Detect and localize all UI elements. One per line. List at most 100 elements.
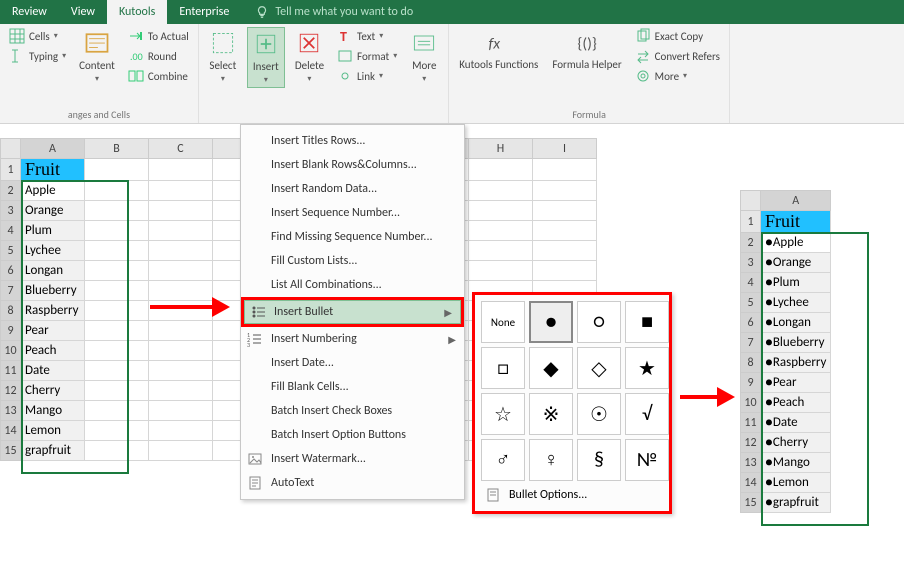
corner-cell[interactable]	[741, 191, 761, 211]
exact-copy-button[interactable]: Exact Copy	[632, 27, 723, 45]
menu-fill-blank[interactable]: Fill Blank Cells...	[241, 375, 464, 399]
menu-insert-titles[interactable]: Insert Titles Rows...	[241, 129, 464, 153]
data-cell[interactable]: ●Lemon	[761, 473, 831, 493]
menu-list-combinations[interactable]: List All Combinations...	[241, 273, 464, 297]
formula-helper-button[interactable]: {()}Formula Helper	[548, 27, 625, 73]
data-cell[interactable]: ●Mango	[761, 453, 831, 473]
data-cell[interactable]: Apple	[21, 181, 85, 201]
row-header[interactable]: 12	[741, 433, 761, 453]
tab-view[interactable]: View	[59, 0, 107, 24]
data-cell[interactable]: Peach	[21, 341, 85, 361]
menu-insert-bullet[interactable]: Insert Bullet▶	[244, 300, 461, 324]
row-header[interactable]: 10	[741, 393, 761, 413]
row-header[interactable]: 1	[741, 211, 761, 233]
row-header[interactable]: 6	[741, 313, 761, 333]
kutools-functions-button[interactable]: fxKutools Functions	[455, 27, 542, 73]
row-header[interactable]: 3	[741, 253, 761, 273]
row-header[interactable]: 6	[1, 261, 21, 281]
bullet-options[interactable]: Bullet Options...	[481, 481, 663, 505]
combine-button[interactable]: Combine	[125, 67, 192, 85]
bullet-open-square[interactable]: □	[481, 347, 525, 389]
typing-button[interactable]: Typing▾	[6, 47, 69, 65]
data-cell[interactable]: grapfruit	[21, 441, 85, 461]
row-header[interactable]: 8	[741, 353, 761, 373]
row-header[interactable]: 4	[1, 221, 21, 241]
col-header[interactable]: I	[533, 139, 597, 159]
header-cell[interactable]: Fruit	[761, 211, 831, 233]
col-header[interactable]: H	[469, 139, 533, 159]
row-header[interactable]: 11	[741, 413, 761, 433]
bullet-female[interactable]: ♀	[529, 439, 573, 481]
row-header[interactable]: 14	[1, 421, 21, 441]
bullet-open-circle[interactable]: ○	[577, 301, 621, 343]
row-header[interactable]: 15	[741, 493, 761, 513]
bullet-sqrt[interactable]: √	[625, 393, 669, 435]
col-header[interactable]: C	[149, 139, 213, 159]
more2-button[interactable]: More▾	[632, 67, 723, 85]
bullet-none[interactable]: None	[481, 301, 525, 343]
data-cell[interactable]: ●Plum	[761, 273, 831, 293]
tab-enterprise[interactable]: Enterprise	[167, 0, 241, 24]
menu-watermark[interactable]: Insert Watermark...	[241, 447, 464, 471]
menu-insert-date[interactable]: Insert Date...	[241, 351, 464, 375]
data-cell[interactable]: Cherry	[21, 381, 85, 401]
data-cell[interactable]: Longan	[21, 261, 85, 281]
row-header[interactable]: 10	[1, 341, 21, 361]
data-cell[interactable]: Plum	[21, 221, 85, 241]
insert-button[interactable]: Insert▾	[247, 27, 285, 88]
data-cell[interactable]: ●Date	[761, 413, 831, 433]
more-button[interactable]: More▾	[406, 27, 442, 86]
col-header[interactable]: A	[761, 191, 831, 211]
row-header[interactable]: 9	[741, 373, 761, 393]
data-cell[interactable]: Mango	[21, 401, 85, 421]
to-actual-button[interactable]: To Actual	[125, 27, 192, 45]
data-cell[interactable]: ●grapfruit	[761, 493, 831, 513]
row-header[interactable]: 7	[1, 281, 21, 301]
row-header[interactable]: 13	[1, 401, 21, 421]
row-header[interactable]: 5	[1, 241, 21, 261]
data-cell[interactable]: ●Blueberry	[761, 333, 831, 353]
content-button[interactable]: Content▾	[75, 27, 119, 86]
data-cell[interactable]: ●Orange	[761, 253, 831, 273]
row-header[interactable]: 3	[1, 201, 21, 221]
menu-find-missing[interactable]: Find Missing Sequence Number...	[241, 225, 464, 249]
data-cell[interactable]: Date	[21, 361, 85, 381]
menu-check-boxes[interactable]: Batch Insert Check Boxes	[241, 399, 464, 423]
row-header[interactable]: 8	[1, 301, 21, 321]
bullet-filled-circle[interactable]: ●	[529, 301, 573, 343]
bullet-reference-mark[interactable]: ※	[529, 393, 573, 435]
bullet-dot-circle[interactable]: ☉	[577, 393, 621, 435]
row-header[interactable]: 2	[1, 181, 21, 201]
data-cell[interactable]: ●Raspberry	[761, 353, 831, 373]
col-header[interactable]: A	[21, 139, 85, 159]
data-cell[interactable]: ●Longan	[761, 313, 831, 333]
data-cell[interactable]: Lemon	[21, 421, 85, 441]
row-header[interactable]: 15	[1, 441, 21, 461]
menu-autotext[interactable]: AutoText	[241, 471, 464, 495]
menu-insert-numbering[interactable]: 123 Insert Numbering▶	[241, 327, 464, 351]
menu-option-buttons[interactable]: Batch Insert Option Buttons	[241, 423, 464, 447]
row-header[interactable]: 9	[1, 321, 21, 341]
tab-review[interactable]: Review	[0, 0, 59, 24]
row-header[interactable]: 13	[741, 453, 761, 473]
menu-insert-random[interactable]: Insert Random Data...	[241, 177, 464, 201]
bullet-section[interactable]: §	[577, 439, 621, 481]
data-cell[interactable]: Orange	[21, 201, 85, 221]
link-button[interactable]: Link▾	[334, 67, 400, 85]
bullet-open-diamond[interactable]: ◇	[577, 347, 621, 389]
col-header[interactable]: B	[85, 139, 149, 159]
data-cell[interactable]: ●Peach	[761, 393, 831, 413]
data-cell[interactable]: ●Apple	[761, 233, 831, 253]
data-cell[interactable]: ●Pear	[761, 373, 831, 393]
data-cell[interactable]: Blueberry	[21, 281, 85, 301]
data-cell[interactable]: Lychee	[21, 241, 85, 261]
data-cell[interactable]: Raspberry	[21, 301, 85, 321]
header-cell[interactable]: Fruit	[21, 159, 85, 181]
row-header[interactable]: 7	[741, 333, 761, 353]
menu-fill-custom[interactable]: Fill Custom Lists...	[241, 249, 464, 273]
row-header[interactable]: 12	[1, 381, 21, 401]
bullet-male[interactable]: ♂	[481, 439, 525, 481]
menu-insert-sequence[interactable]: Insert Sequence Number...	[241, 201, 464, 225]
select-button[interactable]: Select▾	[205, 27, 241, 86]
bullet-filled-square[interactable]: ■	[625, 301, 669, 343]
